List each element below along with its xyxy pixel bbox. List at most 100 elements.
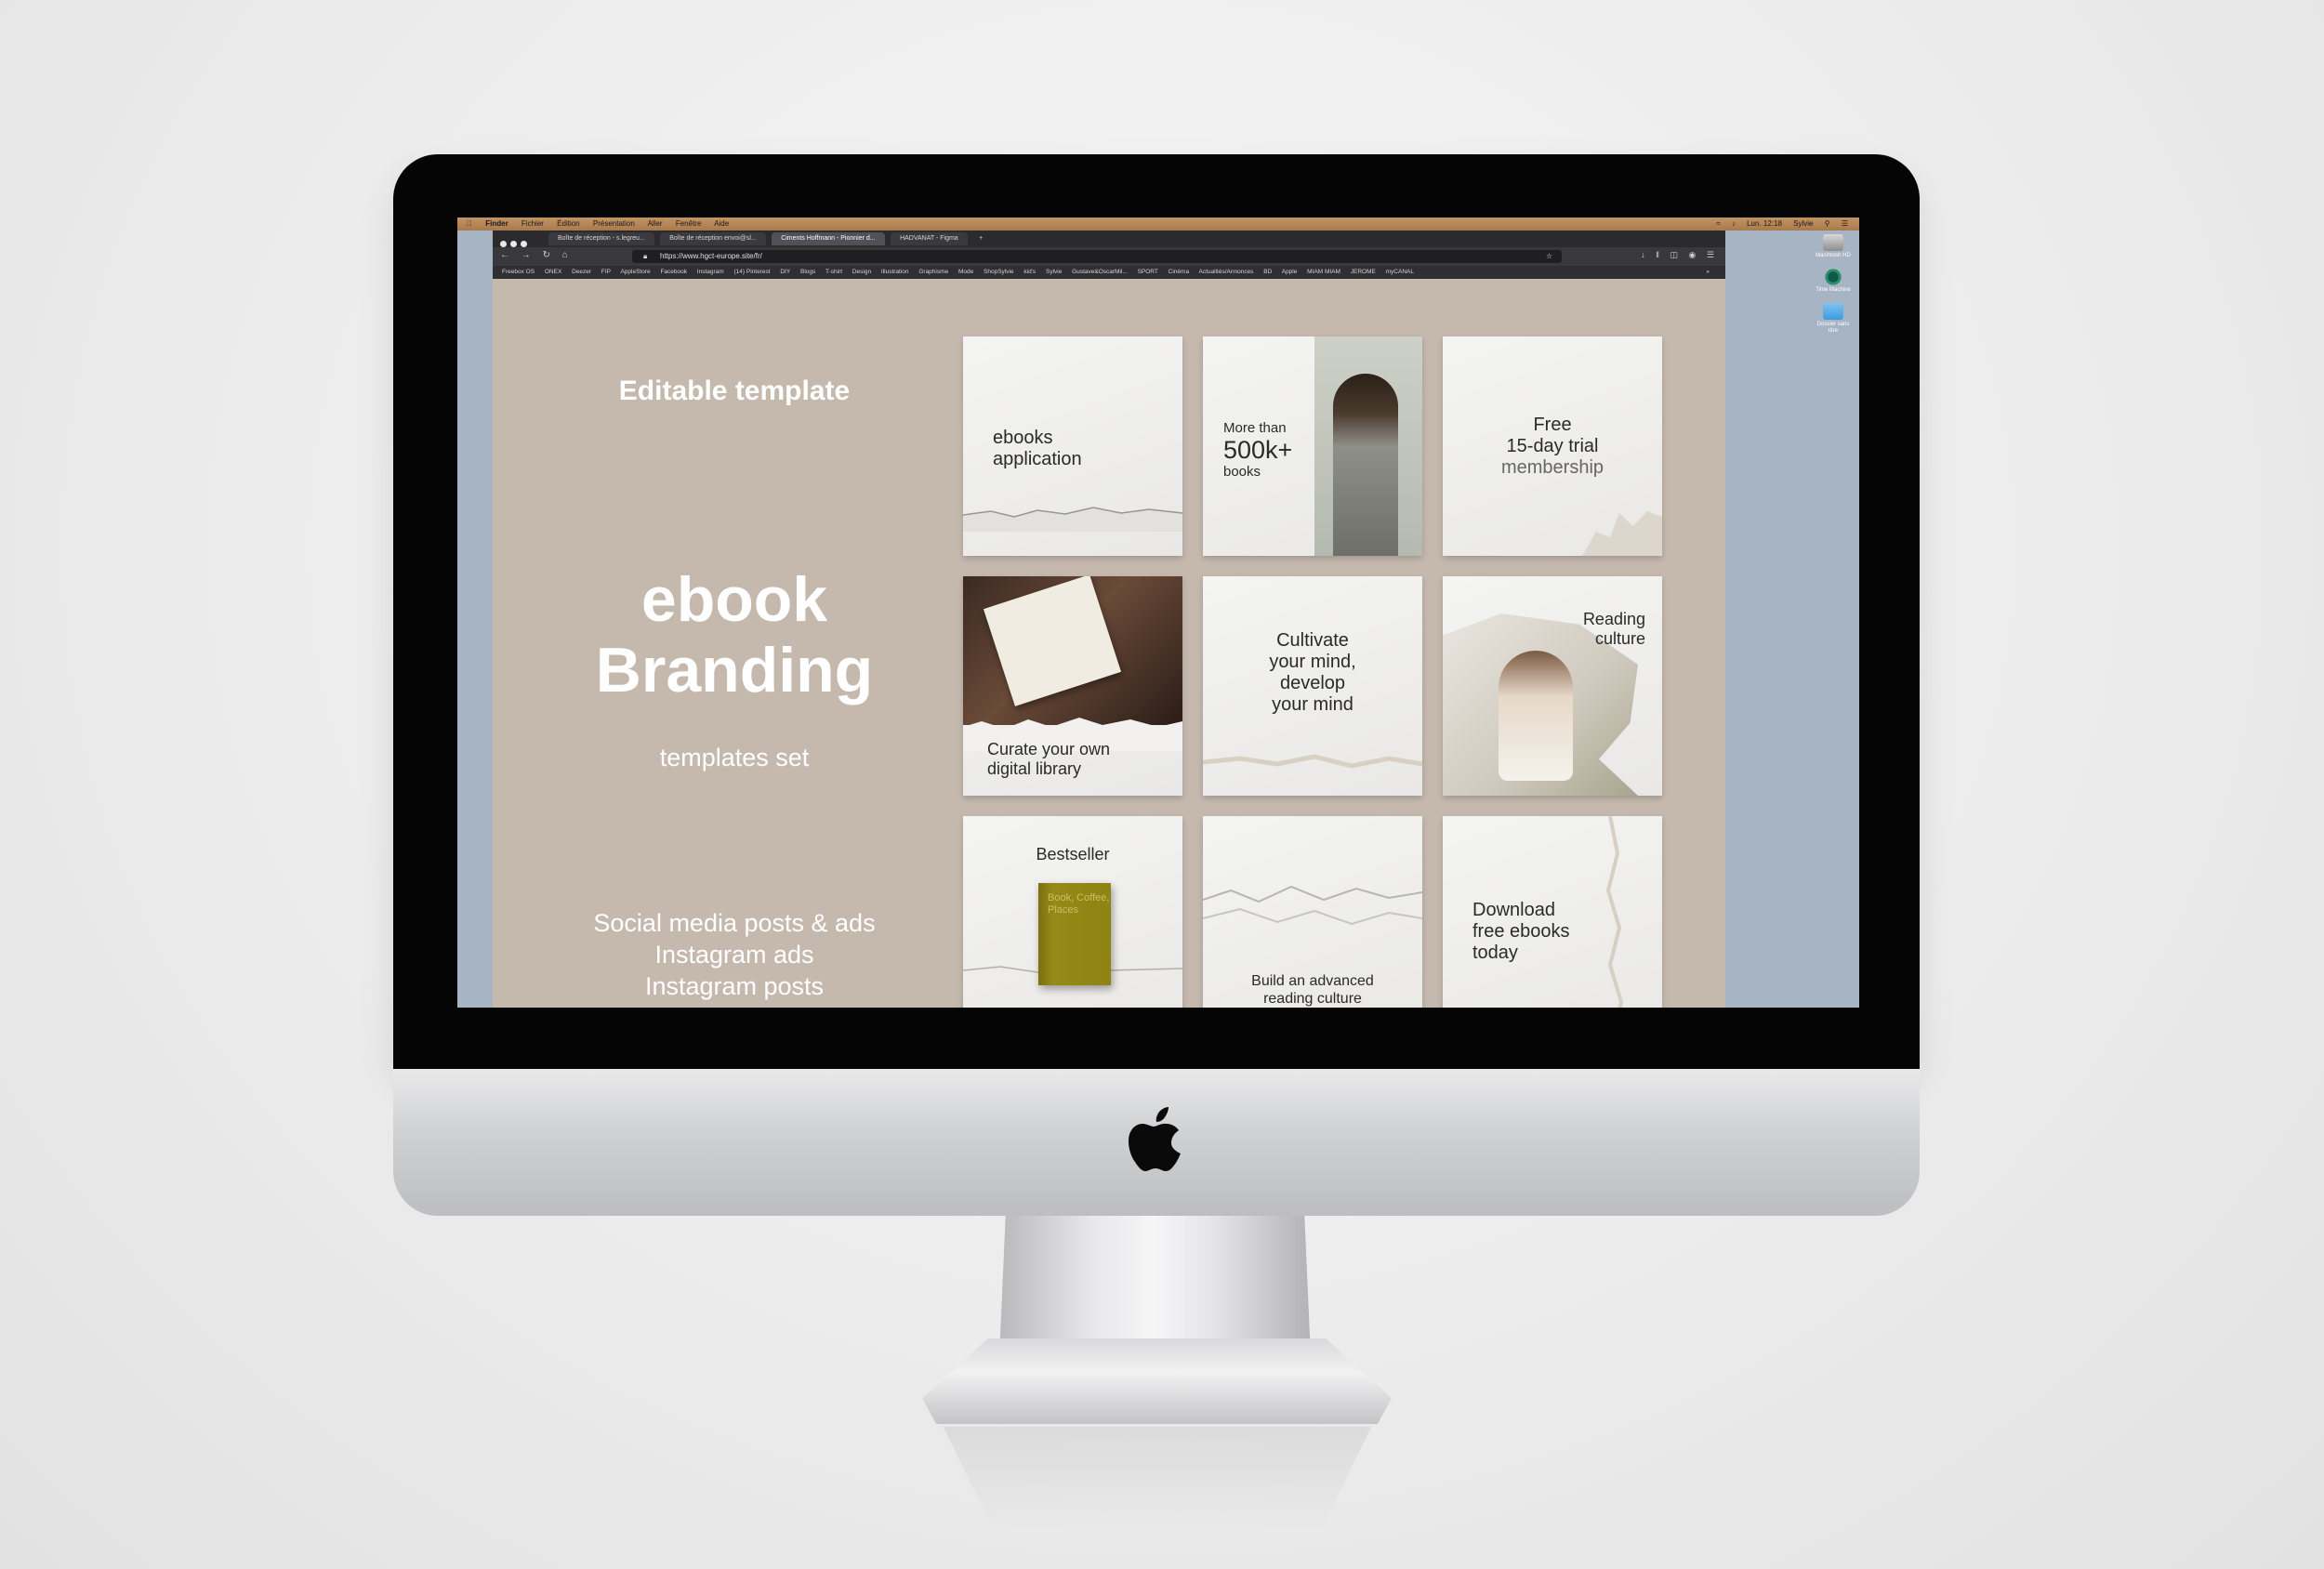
tile-text: membership (1500, 457, 1604, 478)
library-icon[interactable]: ‖ (1656, 250, 1659, 259)
extension-icon[interactable]: ◉ (1689, 250, 1697, 259)
paper-tear-graphic (1605, 816, 1624, 1008)
desktop-icons: Macintosh HD Time Machine Dossier sans t… (1815, 234, 1852, 344)
desktop-icon-folder[interactable]: Dossier sans titre (1815, 303, 1852, 335)
woman-reading-photo (1333, 374, 1398, 556)
tab-bar: Boîte de réception - s.legreu... Boîte d… (493, 231, 1725, 247)
new-tab-button[interactable]: + (973, 232, 988, 245)
zoom-window-icon[interactable] (521, 241, 527, 247)
tab-ciments-hoffmann[interactable]: Ciments Hoffmann - Pionnier d... (772, 232, 885, 245)
tile-text: Bestseller (1036, 845, 1110, 864)
bookmark-item[interactable]: ONEX (545, 269, 561, 275)
bookmark-item[interactable]: JEROME (1351, 269, 1376, 275)
tile-cultivate-mind[interactable]: Cultivate your mind, develop your mind (1203, 576, 1422, 796)
imac-stand-base (922, 1338, 1392, 1424)
tile-500k-books[interactable]: More than 500k+ books (1203, 336, 1422, 556)
book-title-text: Book, Coffee, Places (1048, 892, 1110, 916)
download-icon[interactable]: ↓ (1641, 250, 1645, 259)
desktop-icon-timemachine[interactable]: Time Machine (1815, 269, 1852, 294)
bookmark-item[interactable]: Mode (958, 269, 973, 275)
hero-subtitle: templates set (659, 744, 810, 771)
menu-finder[interactable]: Finder (485, 219, 508, 228)
menu-presentation[interactable]: Présentation (593, 219, 635, 228)
tile-bestseller[interactable]: Bestseller Book, Coffee, Places (963, 816, 1182, 1008)
editable-template-label: Editable template (618, 376, 851, 406)
tab-inbox-1[interactable]: Boîte de réception - s.legreu... (548, 232, 654, 245)
bookmark-item[interactable]: Illustration (881, 269, 909, 275)
apple-menu-icon[interactable]:  (467, 219, 472, 228)
desktop-icon-label: Macintosh HD (1816, 253, 1851, 258)
bookmark-item[interactable]: Gustave&OscarMil... (1072, 269, 1128, 275)
bookmark-item[interactable]: Design (852, 269, 871, 275)
bookmark-item[interactable]: (14) Pinterest (734, 269, 771, 275)
menu-fenetre[interactable]: Fenêtre (676, 219, 702, 228)
bookmark-item[interactable]: Instagram (697, 269, 724, 275)
bookmark-item[interactable]: Graphisme (918, 269, 948, 275)
url-input[interactable]: 🔒︎ https://www.hgct-europe.site/fr/ ☆ (632, 250, 1562, 263)
bookmark-item[interactable]: myCANAL (1386, 269, 1414, 275)
star-icon[interactable]: ☆ (1546, 250, 1552, 263)
menubar-user[interactable]: Sylvie (1793, 219, 1813, 228)
bookmark-item[interactable]: MIAM MIAM (1307, 269, 1340, 275)
bookmark-item[interactable]: Actualités/Annonces (1199, 269, 1254, 275)
minimize-window-icon[interactable] (510, 241, 517, 247)
home-icon[interactable]: ⌂ (562, 250, 568, 260)
bookmark-item[interactable]: SPORT (1138, 269, 1158, 275)
bookmark-item[interactable]: Sylvie (1046, 269, 1062, 275)
stand-reflection (943, 1427, 1372, 1529)
bookmark-item[interactable]: Freebox OS (502, 269, 535, 275)
paper-tear-graphic (1203, 885, 1422, 926)
tile-ebooks-application[interactable]: ebooks application (963, 336, 1182, 556)
menu-aller[interactable]: Aller (648, 219, 663, 228)
lock-icon: 🔒︎ (643, 252, 648, 260)
tile-reading-culture[interactable]: Reading culture (1443, 576, 1662, 796)
menu-aide[interactable]: Aide (714, 219, 729, 228)
bookmark-item[interactable]: Deezer (572, 269, 591, 275)
control-icon[interactable]: ☰ (1842, 219, 1848, 228)
tile-reading-culture-build[interactable]: Build an advanced reading culture (1203, 816, 1422, 1008)
tile-text: today (1472, 943, 1518, 963)
macos-menubar:  Finder Fichier Édition Présentation Al… (457, 218, 1859, 231)
tile-text: develop (1279, 673, 1346, 693)
bookmark-item[interactable]: Cinéma (1169, 269, 1189, 275)
volume-icon[interactable]: ♪ (1732, 219, 1736, 228)
bookmark-item[interactable]: ShopSylvie (984, 269, 1014, 275)
url-text: https://www.hgct-europe.site/fr/ (660, 252, 762, 260)
desktop-icon-hd[interactable]: Macintosh HD (1815, 234, 1852, 259)
close-window-icon[interactable] (500, 241, 507, 247)
tile-text: reading culture (1263, 991, 1362, 1007)
tile-download-ebooks[interactable]: Download free ebooks today (1443, 816, 1662, 1008)
book-cover-graphic: Book, Coffee, Places (1038, 883, 1111, 985)
menu-fichier[interactable]: Fichier (522, 219, 544, 228)
tile-digital-library[interactable]: Curate your own digital library (963, 576, 1182, 796)
bookmark-item[interactable]: T-shirt (825, 269, 842, 275)
hero-title-line2: Branding (595, 635, 874, 705)
bookmark-item[interactable]: kid's (1023, 269, 1036, 275)
folder-icon (1823, 303, 1843, 320)
bookmark-item[interactable]: FIP (601, 269, 611, 275)
tab-figma[interactable]: HADVANAT - Figma (891, 232, 968, 245)
bookmark-item[interactable]: AppleStore (620, 269, 650, 275)
tile-text: your mind (1272, 694, 1353, 715)
bookmarks-overflow-icon[interactable]: » (1706, 266, 1710, 279)
menu-edition[interactable]: Édition (557, 219, 579, 228)
back-icon[interactable]: ← (500, 250, 509, 260)
bookmark-item[interactable]: BD (1263, 269, 1272, 275)
tile-text: More than (1223, 420, 1287, 436)
bookmark-item[interactable]: Facebook (660, 269, 687, 275)
forward-icon[interactable]: → (522, 250, 531, 260)
bookmark-item[interactable]: Blogs (800, 269, 815, 275)
spotlight-icon[interactable]: ⚲ (1825, 219, 1830, 228)
tab-inbox-2[interactable]: Boîte de réception envoi@sl... (660, 232, 766, 245)
wifi-icon[interactable]: ≈ (1716, 219, 1720, 228)
apple-logo-icon (1129, 1107, 1181, 1171)
paper-tear-graphic (1582, 511, 1662, 556)
tile-free-trial[interactable]: Free 15-day trial membership (1443, 336, 1662, 556)
menubar-clock[interactable]: Lun. 12:18 (1747, 219, 1782, 228)
sidebar-icon[interactable]: ◫ (1670, 250, 1679, 259)
bookmark-item[interactable]: Apple (1282, 269, 1298, 275)
paper-tear-graphic (1203, 754, 1422, 769)
bookmark-item[interactable]: DIY (780, 269, 790, 275)
menu-icon[interactable]: ☰ (1707, 250, 1714, 259)
reload-icon[interactable]: ↻ (543, 250, 550, 260)
